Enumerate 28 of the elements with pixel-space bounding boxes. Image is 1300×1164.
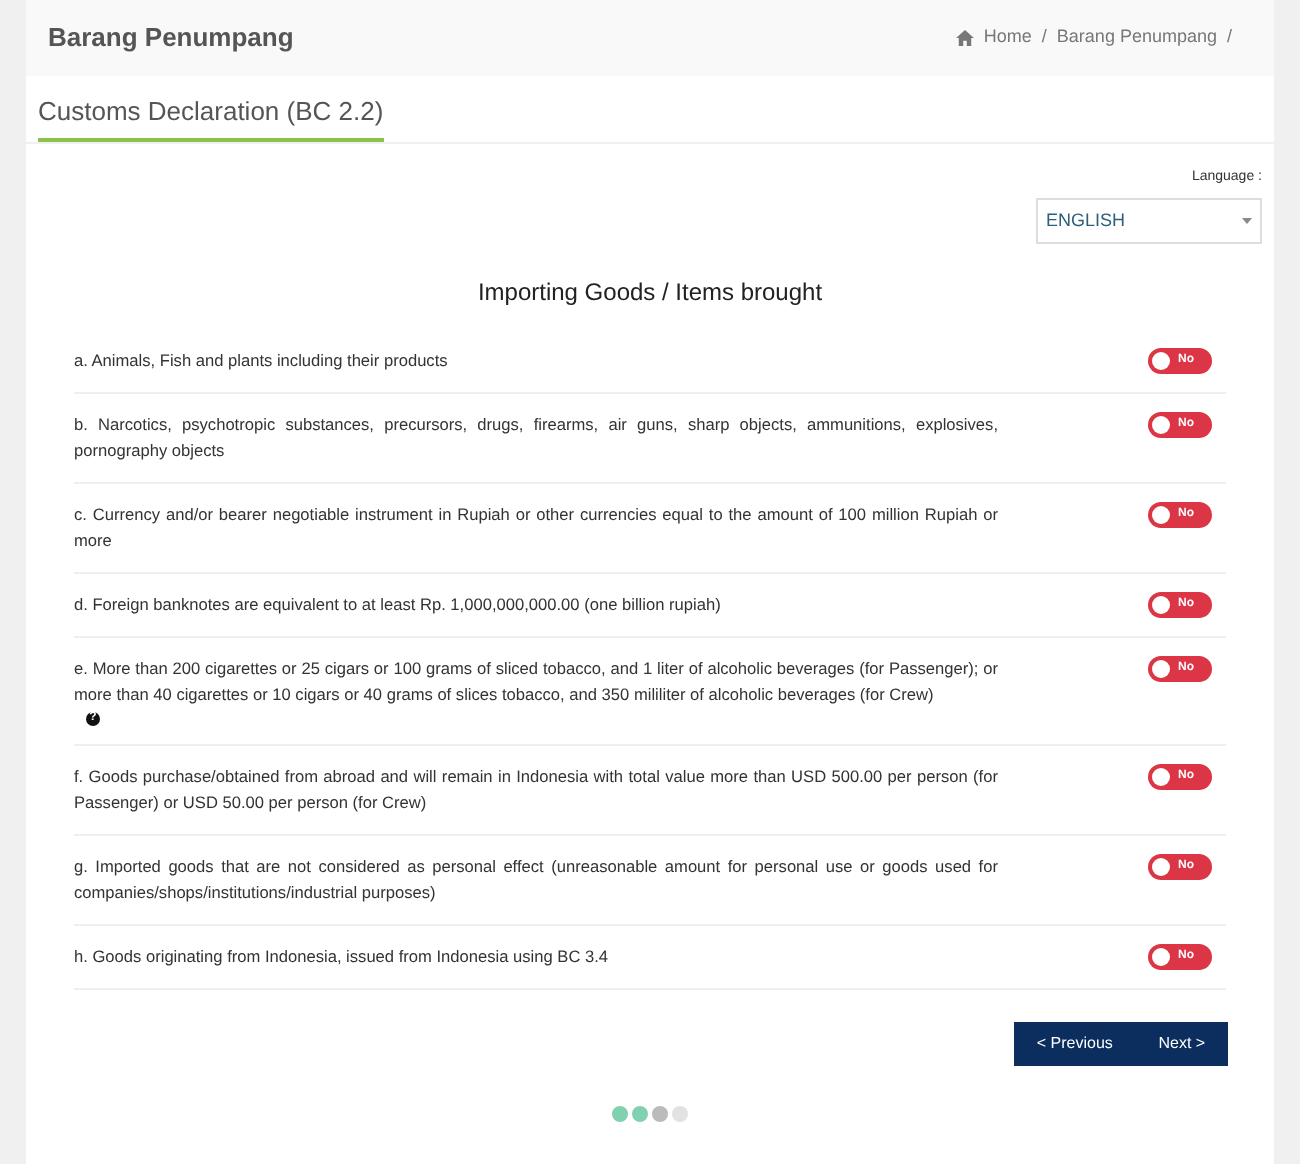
question-text: f. Goods purchase/obtained from abroad and will remain in Indonesia with total value more than USD 500.00 per person (for Passenger) or USD 50.00 per person (for Crew) xyxy=(74,764,998,816)
question-text: h. Goods originating from Indonesia, issued from Indonesia using BC 3.4 xyxy=(74,944,611,970)
question-text: e. More than 200 cigarettes or 25 cigars or 100 grams of sliced tobacco, and 1 liter of alcoholic beverages (for Passenger); or more than 40 cigarettes or 10 cigars or 40 grams of slices tobacco, and 350 mililiter of alcoholic beverages (for Crew) xyxy=(74,656,998,708)
section-title: Importing Goods / Items brought xyxy=(475,276,825,310)
page-title: Barang Penumpang xyxy=(48,20,294,57)
home-icon xyxy=(955,30,974,46)
language-select[interactable]: ENGLISH xyxy=(1036,198,1262,244)
question-text: c. Currency and/or bearer negotiable instrument in Rupiah or other currencies equal to the amount of 100 million Rupiah or more xyxy=(74,502,998,554)
toggle-knob xyxy=(1152,416,1170,434)
breadcrumb-separator: / xyxy=(1226,24,1232,51)
toggle-knob xyxy=(1152,768,1170,786)
previous-button[interactable]: < Previous xyxy=(1036,1032,1113,1056)
toggle-knob xyxy=(1152,506,1170,524)
question-text: d. Foreign banknotes are equivalent to at least Rp. 1,000,000,000.00 (one billion rupiah) xyxy=(74,592,723,618)
toggle-knob xyxy=(1152,352,1170,370)
caret-icon xyxy=(1242,218,1252,224)
question-text: b. Narcotics, psychotropic substances, precursors, drugs, firearms, air guns, sharp objects, ammunitions, explosives, pornography objects xyxy=(74,412,998,464)
question-text: a. Animals, Fish and plants including their products xyxy=(74,348,450,374)
toggle-knob xyxy=(1152,948,1170,966)
breadcrumb-separator: / xyxy=(1041,24,1047,51)
toggle-knob xyxy=(1152,858,1170,876)
toggle-knob xyxy=(1152,660,1170,678)
breadcrumb-link[interactable]: Barang Penumpang xyxy=(1056,24,1217,52)
breadcrumb-link[interactable]: Home xyxy=(983,24,1032,52)
question-text: g. Imported goods that are not considered as personal effect (unreasonable amount for personal use or goods used for companies/shops/institutions/industrial purposes) xyxy=(74,854,998,906)
next-button[interactable]: Next > xyxy=(1158,1032,1206,1056)
tab[interactable]: Customs Declaration (BC 2.2) xyxy=(38,92,384,141)
toggle-knob xyxy=(1152,596,1170,614)
